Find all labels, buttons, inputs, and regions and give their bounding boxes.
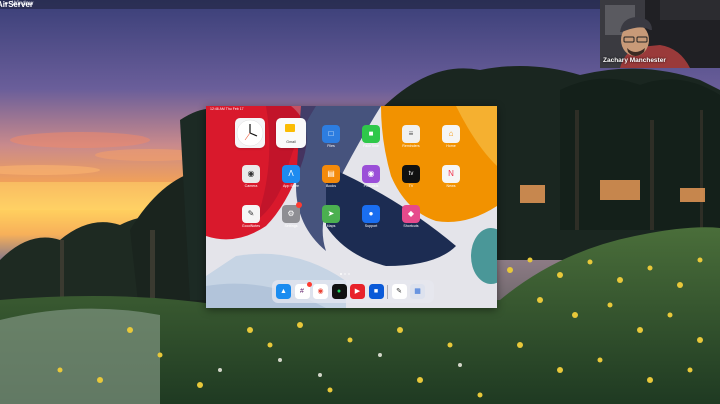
facetime-app-icon[interactable]: ■ <box>362 125 380 143</box>
video-camera-icon: ■ <box>368 129 374 138</box>
books-app-icon[interactable]: ▤ <box>322 165 340 183</box>
blue-app-icon: ■ <box>373 288 379 295</box>
ipad-mirror-window: 12:46 AM Thu Feb 17 Gmail □ Files ■ Face… <box>206 106 497 308</box>
chrome-icon: ◉ <box>317 288 324 295</box>
app-label-goodnotes: GoodNotes <box>241 224 261 228</box>
webcam-overlay: Zachary Manchester <box>600 0 720 68</box>
shortcuts-app-icon[interactable]: ◆ <box>402 205 420 223</box>
camera-app-icon[interactable]: ◉ <box>242 165 260 183</box>
app-label-camera: Camera <box>244 184 258 188</box>
app-label-tv: TV <box>408 184 414 188</box>
app-label-gmail: Gmail <box>286 140 296 144</box>
tv-app-icon[interactable]: tv <box>402 165 420 183</box>
app-label-settings: Settings <box>284 224 298 228</box>
shortcuts-icon: ◆ <box>407 209 415 218</box>
house-icon: ⌂ <box>448 129 454 138</box>
page-dot <box>348 273 350 275</box>
spotify-icon: ● <box>336 288 342 295</box>
goodnotes-app-icon[interactable]: ✎ <box>242 205 260 223</box>
page-dot <box>344 273 346 275</box>
menu-app-name[interactable]: AirServer <box>0 0 33 14</box>
reminders-app-icon[interactable]: ≡ <box>402 125 420 143</box>
settings-badge <box>296 202 302 208</box>
app-library-icon: ▦ <box>414 288 421 295</box>
app-label-podcasts: Podcasts <box>363 184 379 188</box>
notebook-icon: ✎ <box>247 209 255 218</box>
clock-widget[interactable] <box>235 118 265 148</box>
red-app-icon: ▶ <box>354 288 361 295</box>
ipad-status-time: 12:46 AM Thu Feb 17 <box>210 107 244 111</box>
app-label-reminders: Reminders <box>402 144 420 148</box>
files-app-icon[interactable]: □ <box>322 125 340 143</box>
camera-icon: ◉ <box>247 169 255 178</box>
dock-separator <box>387 284 388 299</box>
app-label-app-store: App Store <box>283 184 299 188</box>
app-label-facetime: FaceTime <box>363 144 379 148</box>
app-label-home: Home <box>446 144 456 148</box>
map-icon: ➤ <box>327 209 335 218</box>
gmail-icon <box>285 124 295 132</box>
webcam-caption: Zachary Manchester <box>603 57 666 64</box>
dock-navigation-app[interactable]: ▲ <box>276 284 291 299</box>
notebook-icon: ✎ <box>396 288 402 295</box>
app-label-shortcuts: Shortcuts <box>403 224 419 228</box>
news-icon: N <box>448 169 454 178</box>
app-store-app-icon[interactable]: Λ <box>282 165 300 183</box>
dock-red-app[interactable]: ▶ <box>350 284 365 299</box>
news-app-icon[interactable]: N <box>442 165 460 183</box>
dock-blue-app[interactable]: ■ <box>368 284 384 299</box>
apple-tv-icon: tv <box>408 171 414 177</box>
podcasts-app-icon[interactable]: ◉ <box>362 165 380 183</box>
dock-slack-app[interactable]: # <box>294 282 312 299</box>
support-app-icon[interactable]: ● <box>362 205 380 223</box>
slack-icon: # <box>300 288 304 295</box>
dock-goodnotes-app[interactable]: ✎ <box>391 284 407 299</box>
app-label-files: Files <box>327 144 335 148</box>
app-label-maps: Maps <box>326 224 336 228</box>
podcast-icon: ◉ <box>367 169 375 178</box>
dock-spotify-app[interactable]: ● <box>331 284 347 299</box>
home-app-icon[interactable]: ⌂ <box>442 125 460 143</box>
slack-badge <box>306 282 312 287</box>
ipad-dock: ▲ # ◉ ● ▶ ■ ✎ ▦ <box>272 280 434 303</box>
navigation-arrow-icon: ▲ <box>280 288 287 295</box>
folder-icon: □ <box>328 129 334 138</box>
app-label-news: News <box>446 184 456 188</box>
book-icon: ▤ <box>327 169 335 178</box>
clock-face-icon <box>236 119 264 147</box>
apple-support-icon: ● <box>368 209 374 218</box>
list-icon: ≡ <box>408 129 414 138</box>
dock-chrome-app[interactable]: ◉ <box>313 284 328 299</box>
app-store-icon: Λ <box>288 169 294 178</box>
page-dot <box>340 273 342 275</box>
maps-app-icon[interactable]: ➤ <box>322 205 340 223</box>
gear-icon: ⚙ <box>287 209 295 218</box>
app-label-books: Books <box>326 184 336 188</box>
dock-app-library[interactable]: ▦ <box>410 284 425 299</box>
page-indicator[interactable] <box>340 273 350 275</box>
app-label-support: Support <box>364 224 378 228</box>
